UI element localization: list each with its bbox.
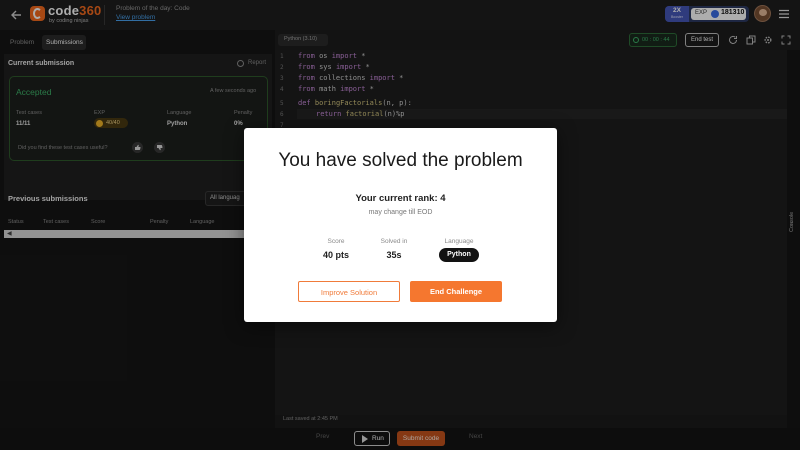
solved-in-value: 35s xyxy=(386,250,402,260)
score-value: 40 pts xyxy=(322,250,349,260)
rank-note: may change till EOD xyxy=(368,209,433,216)
improve-solution-button[interactable]: Improve Solution xyxy=(298,281,400,302)
current-rank: Your current rank: 4 xyxy=(355,193,446,204)
end-challenge-button[interactable]: End Challenge xyxy=(410,281,502,302)
score-label: Score xyxy=(327,238,345,245)
solved-in-label: Solved in xyxy=(380,238,408,245)
solved-modal: You have solved the problem Your current… xyxy=(244,128,557,322)
language-label: Language xyxy=(444,238,474,245)
modal-title: You have solved the problem xyxy=(278,150,523,171)
language-pill: Python xyxy=(439,248,479,262)
